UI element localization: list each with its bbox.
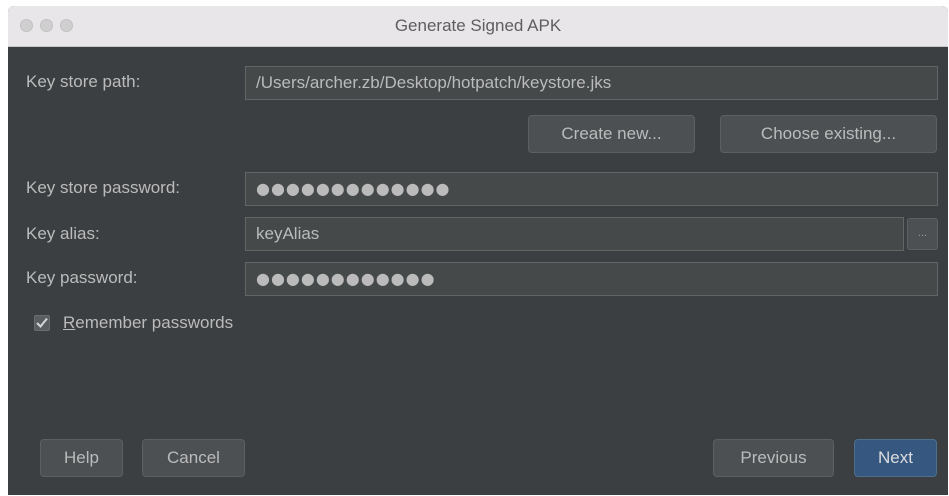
generate-signed-apk-dialog: Generate Signed APK Key store path: /Use… xyxy=(8,6,948,495)
title-bar: Generate Signed APK xyxy=(8,6,948,47)
previous-button[interactable]: Previous xyxy=(713,439,834,477)
next-button[interactable]: Next xyxy=(854,439,937,477)
key-password-field[interactable]: ●●●●●●●●●●●● xyxy=(245,262,938,296)
key-alias-label: Key alias: xyxy=(26,224,100,243)
checkmark-icon xyxy=(36,317,48,328)
window-title: Generate Signed APK xyxy=(394,16,562,35)
key-store-password-label: Key store password: xyxy=(26,178,181,197)
key-store-password-field[interactable]: ●●●●●●●●●●●●● xyxy=(245,172,938,206)
key-password-label: Key password: xyxy=(26,268,138,287)
key-store-path-label: Key store path: xyxy=(26,72,141,91)
remember-label-rest: emember passwords xyxy=(75,313,234,332)
key-alias-field[interactable]: keyAlias xyxy=(245,217,904,251)
browse-alias-button[interactable]: ... xyxy=(907,218,938,250)
remember-passwords-checkbox[interactable] xyxy=(34,315,50,331)
cancel-button[interactable]: Cancel xyxy=(142,439,245,477)
create-new-button[interactable]: Create new... xyxy=(528,115,695,153)
remember-mnemonic: R xyxy=(63,313,76,332)
help-button[interactable]: Help xyxy=(40,439,123,477)
remember-passwords-label[interactable]: Remember passwords xyxy=(63,306,233,340)
key-store-path-field[interactable]: /Users/archer.zb/Desktop/hotpatch/keysto… xyxy=(245,66,938,100)
choose-existing-button[interactable]: Choose existing... xyxy=(720,115,937,153)
